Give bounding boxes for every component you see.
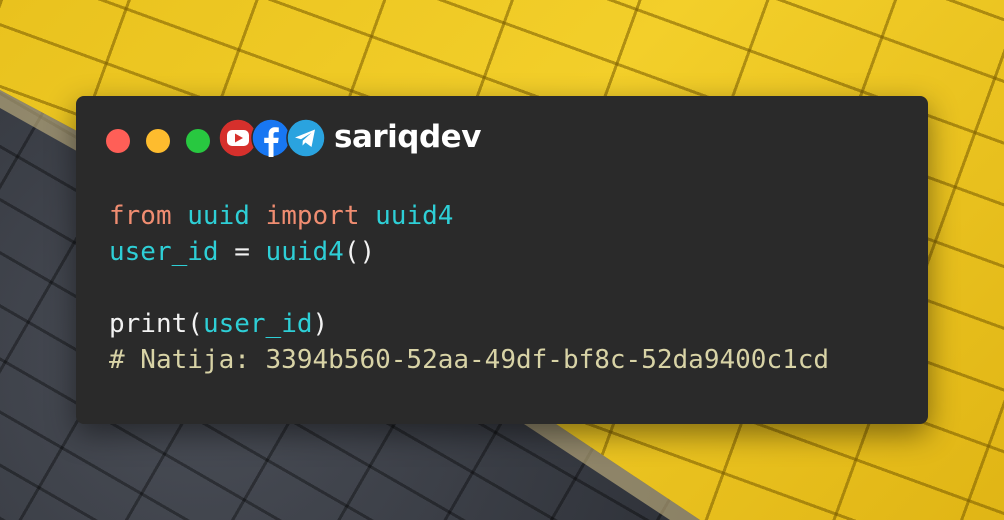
variable-name: user_id [109, 237, 219, 267]
call-parens: () [343, 237, 376, 267]
keyword-from: from [109, 201, 172, 231]
module-name: uuid [187, 201, 250, 231]
open-paren: ( [187, 309, 203, 339]
code-line-2: user_id = uuid4() [109, 234, 829, 270]
keyword-import: import [265, 201, 360, 231]
facebook-icon[interactable] [251, 118, 291, 158]
code-line-5: # Natija: 3394b560-52aa-49df-bf8c-52da94… [109, 342, 829, 378]
telegram-icon[interactable] [286, 118, 326, 158]
close-paren: ) [312, 309, 329, 339]
output-comment: # Natija: 3394b560-52aa-49df-bf8c-52da94… [109, 345, 830, 375]
close-button[interactable] [106, 129, 130, 153]
assign-operator: = [234, 237, 250, 267]
code-line-1: from uuid import uuid4 [109, 198, 829, 234]
print-argument: user_id [202, 309, 313, 339]
print-function: print [109, 309, 188, 339]
code-line-4: print(user_id) [109, 306, 829, 342]
code-block: from uuid import uuid4 user_id = uuid4() p… [109, 198, 829, 378]
brand-name: sariqdev [334, 119, 481, 155]
code-window: sariqdev from uuid import uuid4 user_id =… [76, 96, 928, 424]
function-call: uuid4 [265, 237, 344, 267]
imported-name: uuid4 [375, 201, 454, 231]
window-titlebar: sariqdev [76, 96, 928, 180]
minimize-button[interactable] [146, 129, 170, 153]
maximize-button[interactable] [186, 129, 210, 153]
